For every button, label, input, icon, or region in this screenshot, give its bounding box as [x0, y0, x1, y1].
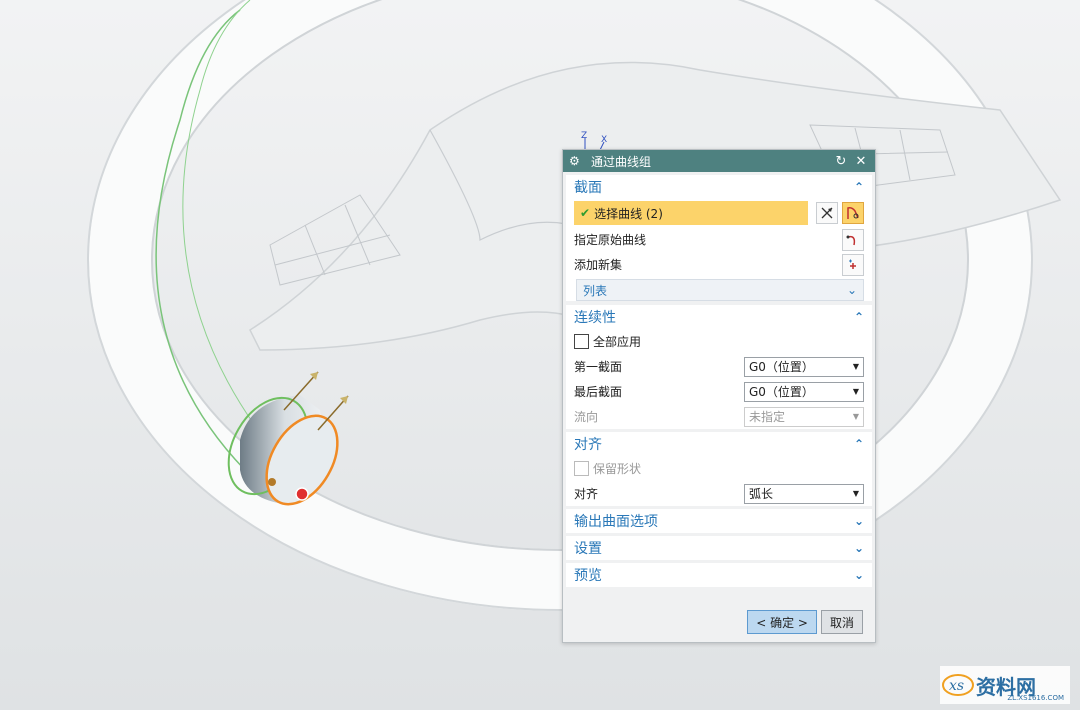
- checkmark-icon: ✔: [580, 206, 591, 220]
- last-section-label: 最后截面: [574, 385, 623, 399]
- add-new-set-label: 添加新集: [574, 258, 623, 272]
- chevron-up-icon[interactable]: ⌃: [854, 310, 864, 324]
- alignment-title: 对齐: [574, 437, 602, 453]
- site-watermark: xs 资料网 ZL.XS1616.COM: [940, 666, 1070, 704]
- specify-origin-curve-label: 指定原始曲线: [574, 233, 647, 247]
- output-options-title: 输出曲面选项: [574, 514, 658, 530]
- watermark-url: ZL.XS1616.COM: [1007, 694, 1064, 702]
- first-section-label: 第一截面: [574, 360, 623, 374]
- origin-curve-icon[interactable]: [842, 228, 864, 251]
- through-curve-mesh-dialog: ⚙ 通过曲线组 ↻ ✕ 截面 ⌃ ✔ 选择曲线 (2) 指定原始曲线 添加新集 …: [562, 149, 876, 643]
- chevron-down-icon[interactable]: ⌄: [854, 541, 864, 555]
- axis-z-label: Z: [581, 131, 587, 141]
- chevron-down-icon[interactable]: ⌄: [854, 514, 864, 528]
- alignment-header[interactable]: 对齐 ⌃: [566, 432, 872, 456]
- first-section-select[interactable]: G0（位置） ▼: [744, 356, 864, 377]
- 3d-viewport[interactable]: Z X: [0, 0, 1080, 710]
- apply-all-checkbox[interactable]: [574, 334, 589, 349]
- section-curves-panel: 截面 ⌃ ✔ 选择曲线 (2) 指定原始曲线 添加新集 列表 ⌄: [566, 175, 872, 301]
- chevron-down-icon[interactable]: ⌄: [854, 568, 864, 582]
- flow-direction-label: 流向: [574, 410, 599, 424]
- chevron-down-icon: ⌄: [846, 283, 857, 297]
- section-curves-header[interactable]: 截面 ⌃: [566, 175, 872, 199]
- preview-title: 预览: [574, 568, 602, 584]
- select-curve-row[interactable]: ✔ 选择曲线 (2): [574, 201, 808, 225]
- settings-panel: 设置 ⌄: [566, 536, 872, 560]
- dialog-title-bar[interactable]: ⚙ 通过曲线组 ↻ ✕: [563, 150, 875, 172]
- continuity-panel: 连续性 ⌃ 全部应用 第一截面 G0（位置） ▼ 最后截面 G0（位置） ▼ 流…: [566, 305, 872, 429]
- site-logo: xs: [942, 674, 974, 696]
- gear-icon[interactable]: ⚙: [569, 154, 585, 168]
- flow-direction-select: 未指定 ▼: [744, 406, 864, 427]
- cancel-button[interactable]: 取消: [820, 610, 863, 634]
- align-value: 弧长: [749, 487, 774, 501]
- chevron-up-icon[interactable]: ⌃: [854, 437, 864, 451]
- reverse-direction-icon[interactable]: [816, 202, 838, 224]
- chevron-up-icon[interactable]: ⌃: [854, 180, 864, 194]
- dropdown-arrow-icon: ▼: [852, 387, 859, 396]
- list-label: 列表: [583, 283, 608, 298]
- last-section-value: G0（位置）: [749, 385, 814, 399]
- preview-panel: 预览 ⌄: [566, 563, 872, 587]
- align-select[interactable]: 弧长 ▼: [744, 483, 864, 504]
- dropdown-arrow-icon: ▼: [852, 412, 859, 421]
- continuity-header[interactable]: 连续性 ⌃: [566, 305, 872, 329]
- apply-all-label: 全部应用: [593, 335, 642, 349]
- dropdown-arrow-icon: ▼: [852, 489, 859, 498]
- svg-text:xs: xs: [949, 678, 964, 694]
- output-options-header[interactable]: 输出曲面选项 ⌄: [566, 509, 872, 533]
- list-expander[interactable]: 列表 ⌄: [576, 279, 864, 301]
- preserve-shape-checkbox: [574, 461, 589, 476]
- curve-select-icon[interactable]: [842, 202, 864, 224]
- add-set-icon[interactable]: [842, 253, 864, 276]
- settings-title: 设置: [574, 541, 602, 557]
- reset-icon[interactable]: ↻: [833, 154, 849, 169]
- preserve-shape-label: 保留形状: [593, 462, 642, 476]
- alignment-panel: 对齐 ⌃ 保留形状 对齐 弧长 ▼: [566, 432, 872, 506]
- dialog-footer: < 确定 > 取消: [563, 602, 875, 642]
- continuity-title: 连续性: [574, 310, 616, 326]
- select-curve-label: 选择曲线 (2): [594, 206, 663, 221]
- output-options-panel: 输出曲面选项 ⌄: [566, 509, 872, 533]
- section-curves-title: 截面: [574, 180, 602, 196]
- ok-button[interactable]: < 确定 >: [747, 610, 817, 634]
- dialog-title: 通过曲线组: [591, 154, 652, 169]
- dropdown-arrow-icon: ▼: [852, 362, 859, 371]
- flow-direction-value: 未指定: [749, 410, 786, 424]
- first-section-value: G0（位置）: [749, 360, 814, 374]
- axis-x-label: X: [601, 135, 607, 145]
- align-label: 对齐: [574, 487, 599, 501]
- settings-header[interactable]: 设置 ⌄: [566, 536, 872, 560]
- close-icon[interactable]: ✕: [853, 154, 869, 169]
- preview-header[interactable]: 预览 ⌄: [566, 563, 872, 587]
- last-section-select[interactable]: G0（位置） ▼: [744, 381, 864, 402]
